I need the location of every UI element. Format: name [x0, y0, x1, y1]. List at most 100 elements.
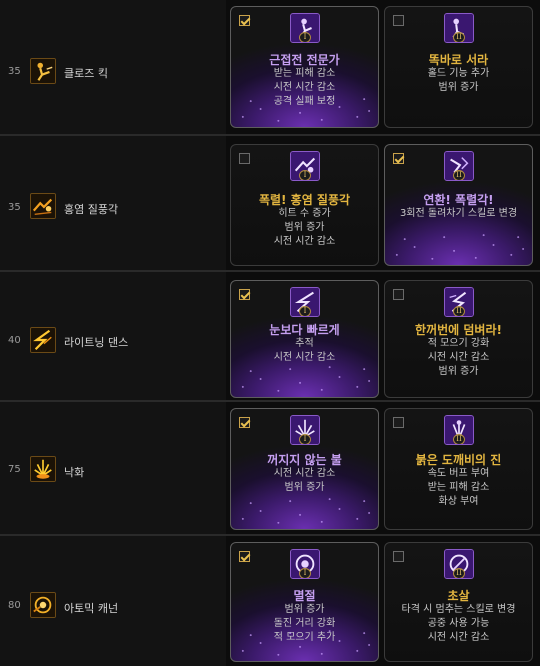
option-title: 폭렬! 홍염 질풍각 — [258, 193, 351, 207]
option-desc-line: 적 모으기 추가 — [273, 632, 336, 643]
skill-level: 80 — [8, 600, 21, 611]
skill-level: 40 — [8, 335, 21, 346]
option-title: 한꺼번에 덤벼라! — [415, 323, 502, 337]
option-skill-icon: I — [290, 13, 320, 43]
option-description: 시전 시간 감소 범위 증가 — [231, 467, 378, 495]
option-numeral: I — [299, 306, 311, 316]
option-checkbox[interactable] — [239, 153, 250, 164]
option-numeral: II — [453, 32, 465, 42]
option-checkbox[interactable] — [239, 15, 250, 26]
option-numeral: I — [299, 170, 311, 180]
option-desc-line: 범위 증가 — [284, 222, 325, 233]
sparkle-effect — [241, 498, 371, 524]
option-desc-line: 공격 실패 보정 — [273, 96, 336, 107]
skill-row: 75 낙화 I 꺼지지 않는 불 시전 시간 감소 범위 증가 II 붉은 도깨… — [0, 402, 540, 534]
option-card-1[interactable]: I 폭렬! 홍염 질풍각 히트 수 증가 범위 증가 시전 시간 감소 — [230, 144, 379, 266]
option-desc-line: 타격 시 멈추는 스킬로 변경 — [401, 604, 516, 615]
option-checkbox[interactable] — [239, 289, 250, 300]
skill-row: 35 클로즈 킥 I 근접전 전문가 받는 피해 감소 시전 시간 감소 공격 … — [0, 0, 540, 134]
option-card-1[interactable]: I 근접전 전문가 받는 피해 감소 시전 시간 감소 공격 실패 보정 — [230, 6, 379, 128]
skill-row: 35 홍염 질풍각 I 폭렬! 홍염 질풍각 히트 수 증가 범위 증가 시전 … — [0, 136, 540, 270]
option-numeral: II — [453, 568, 465, 578]
option-desc-line: 돌진 거리 강화 — [273, 618, 336, 629]
option-numeral: I — [299, 32, 311, 42]
option-skill-icon: I — [290, 415, 320, 445]
option-checkbox[interactable] — [393, 153, 404, 164]
option-desc-line: 받는 피해 감소 — [427, 482, 490, 493]
atomic-cannon-icon — [30, 592, 56, 618]
option-description: 3회전 돌려차기 스킬로 변경 — [385, 207, 532, 221]
option-desc-line: 적 모으기 강화 — [427, 338, 490, 349]
option-card-2[interactable]: II 똑바로 서라 홀드 기능 추가 범위 증가 — [384, 6, 533, 128]
option-description: 타격 시 멈추는 스킬로 변경 공중 사용 가능 시전 시간 감소 — [385, 603, 532, 645]
option-title: 연환! 폭렬각! — [423, 193, 494, 207]
option-desc-line: 속도 버프 부여 — [427, 468, 490, 479]
option-skill-icon: II — [444, 287, 474, 317]
option-desc-line: 시전 시간 감소 — [273, 236, 336, 247]
kick-icon — [30, 58, 56, 84]
option-numeral: II — [453, 306, 465, 316]
option-desc-line: 3회전 돌려차기 스킬로 변경 — [399, 208, 518, 219]
option-skill-icon: I — [290, 151, 320, 181]
option-skill-icon: I — [290, 549, 320, 579]
option-card-1[interactable]: I 꺼지지 않는 불 시전 시간 감소 범위 증가 — [230, 408, 379, 530]
option-checkbox[interactable] — [393, 417, 404, 428]
option-description: 속도 버프 부여 받는 피해 감소 화상 부여 — [385, 467, 532, 509]
option-description: 범위 증가 돌진 거리 강화 적 모으기 추가 — [231, 603, 378, 645]
option-description: 홀드 기능 추가 범위 증가 — [385, 67, 532, 95]
skill-name: 홍염 질풍각 — [64, 203, 119, 216]
option-desc-line: 범위 증가 — [284, 482, 325, 493]
option-desc-line: 시전 시간 감소 — [427, 352, 490, 363]
option-desc-line: 범위 증가 — [284, 604, 325, 615]
option-desc-line: 추적 — [295, 338, 314, 349]
flame-kick-icon — [30, 193, 56, 219]
option-title: 눈보다 빠르게 — [269, 323, 340, 337]
skill-name: 클로즈 킥 — [64, 67, 108, 80]
option-skill-icon: II — [444, 549, 474, 579]
option-skill-icon: II — [444, 13, 474, 43]
option-desc-line: 시전 시간 감소 — [273, 82, 336, 93]
option-numeral: II — [453, 170, 465, 180]
option-desc-line: 화상 부여 — [438, 496, 479, 507]
option-card-2[interactable]: II 한꺼번에 덤벼라! 적 모으기 강화 시전 시간 감소 범위 증가 — [384, 280, 533, 398]
option-card-2[interactable]: II 붉은 도깨비의 진 속도 버프 부여 받는 피해 감소 화상 부여 — [384, 408, 533, 530]
falling-flower-icon — [30, 456, 56, 482]
option-skill-icon: II — [444, 151, 474, 181]
skill-row: 80 아토믹 캐넌 I 멸절 범위 증가 돌진 거리 강화 적 모으기 추가 I… — [0, 536, 540, 666]
option-card-1[interactable]: I 멸절 범위 증가 돌진 거리 강화 적 모으기 추가 — [230, 542, 379, 662]
skill-level: 35 — [8, 66, 21, 77]
option-title: 붉은 도깨비의 진 — [415, 453, 502, 467]
skill-level: 35 — [8, 202, 21, 213]
option-checkbox[interactable] — [393, 551, 404, 562]
lightning-icon — [30, 327, 56, 353]
skill-name: 아토믹 캐넌 — [64, 602, 119, 615]
option-description: 히트 수 증가 범위 증가 시전 시간 감소 — [231, 207, 378, 249]
option-checkbox[interactable] — [393, 15, 404, 26]
option-desc-line: 히트 수 증가 — [278, 208, 331, 219]
skill-row: 40 라이트닝 댄스 I 눈보다 빠르게 추적 시전 시간 감소 II 한꺼번에… — [0, 272, 540, 400]
option-card-2[interactable]: II 초살 타격 시 멈추는 스킬로 변경 공중 사용 가능 시전 시간 감소 — [384, 542, 533, 662]
option-desc-line: 공중 사용 가능 — [427, 618, 490, 629]
option-description: 받는 피해 감소 시전 시간 감소 공격 실패 보정 — [231, 67, 378, 109]
option-checkbox[interactable] — [239, 551, 250, 562]
option-card-1[interactable]: I 눈보다 빠르게 추적 시전 시간 감소 — [230, 280, 379, 398]
sparkle-effect — [395, 234, 525, 260]
option-title: 근접전 전문가 — [269, 53, 340, 67]
option-checkbox[interactable] — [393, 289, 404, 300]
skill-name: 낙화 — [64, 466, 85, 479]
option-numeral: I — [299, 434, 311, 444]
option-title: 초살 — [447, 589, 470, 603]
option-desc-line: 받는 피해 감소 — [273, 68, 336, 79]
option-numeral: II — [453, 434, 465, 444]
skill-name: 라이트닝 댄스 — [64, 336, 129, 349]
option-skill-icon: I — [290, 287, 320, 317]
option-desc-line: 범위 증가 — [438, 366, 479, 377]
option-card-2[interactable]: II 연환! 폭렬각! 3회전 돌려차기 스킬로 변경 — [384, 144, 533, 266]
option-title: 똑바로 서라 — [428, 53, 489, 67]
option-checkbox[interactable] — [239, 417, 250, 428]
skill-level: 75 — [8, 464, 21, 475]
option-skill-icon: II — [444, 415, 474, 445]
option-numeral: I — [299, 568, 311, 578]
option-desc-line: 범위 증가 — [438, 82, 479, 93]
option-description: 추적 시전 시간 감소 — [231, 337, 378, 365]
